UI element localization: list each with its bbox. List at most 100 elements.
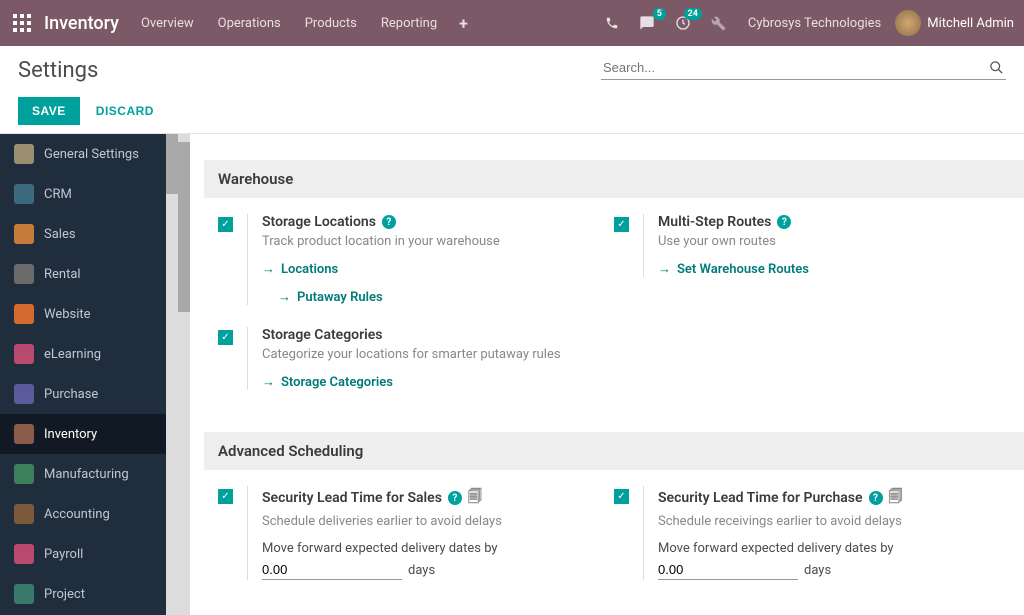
settings-content: Warehouse ✓ Storage Locations ? Track pr…: [204, 160, 1024, 606]
sidebar-item-icon: [14, 384, 34, 404]
link-set-warehouse-routes[interactable]: →Set Warehouse Routes: [658, 261, 1010, 277]
nav-operations[interactable]: Operations: [208, 10, 291, 37]
save-button[interactable]: SAVE: [18, 97, 80, 125]
sidebar-item-label: Manufacturing: [44, 467, 129, 482]
option-title: Security Lead Time for Purchase: [658, 490, 863, 506]
sidebar-item-project[interactable]: Project: [0, 574, 178, 614]
option-title: Security Lead Time for Sales: [262, 490, 442, 506]
option-title: Storage Locations: [262, 214, 376, 230]
sidebar-item-label: Accounting: [44, 507, 110, 522]
sidebar-item-label: Sales: [44, 227, 76, 242]
tools-icon[interactable]: [703, 12, 734, 35]
unit-label: days: [804, 563, 831, 578]
section-warehouse-header: Warehouse: [204, 160, 1024, 198]
sidebar-item-manufacturing[interactable]: Manufacturing: [0, 454, 178, 494]
sidebar-item-icon: [14, 584, 34, 604]
sidebar-item-label: Website: [44, 307, 91, 322]
option-desc: Schedule deliveries earlier to avoid del…: [262, 514, 614, 529]
option-storage-categories: ✓ Storage Categories Categorize your loc…: [218, 327, 1010, 390]
info-icon[interactable]: ?: [869, 491, 883, 505]
apps-menu-icon[interactable]: [10, 11, 34, 35]
option-title: Multi-Step Routes: [658, 214, 771, 230]
option-desc: Categorize your locations for smarter pu…: [262, 347, 1010, 362]
option-title: Storage Categories: [262, 327, 383, 343]
unit-label: days: [408, 563, 435, 578]
sidebar-item-icon: [14, 464, 34, 484]
info-icon[interactable]: ?: [382, 215, 396, 229]
option-multi-step-routes: ✓ Multi-Step Routes ? Use your own route…: [614, 214, 1010, 305]
option-security-lead-purchase: ✓ Security Lead Time for Purchase ? 🗐 Sc…: [614, 486, 1010, 580]
option-security-lead-sales: ✓ Security Lead Time for Sales ? 🗐 Sched…: [218, 486, 614, 580]
search-input[interactable]: [603, 60, 989, 75]
add-icon[interactable]: +: [451, 10, 476, 37]
sidebar-item-accounting[interactable]: Accounting: [0, 494, 178, 534]
doc-icon[interactable]: 🗐: [468, 486, 482, 510]
app-title[interactable]: Inventory: [44, 13, 119, 34]
sidebar-item-label: Rental: [44, 267, 81, 282]
sidebar-item-purchase[interactable]: Purchase: [0, 374, 178, 414]
section-advanced-header: Advanced Scheduling: [204, 432, 1024, 470]
sidebar-item-label: Purchase: [44, 387, 98, 402]
checkbox-storage-locations[interactable]: ✓: [218, 217, 233, 232]
field-label: Move forward expected delivery dates by: [262, 541, 614, 556]
company-name[interactable]: Cybrosys Technologies: [738, 16, 891, 31]
topbar: Inventory Overview Operations Products R…: [0, 0, 1024, 46]
input-security-lead-sales[interactable]: [262, 560, 402, 580]
sidebar-item-elearning[interactable]: eLearning: [0, 334, 178, 374]
nav-reporting[interactable]: Reporting: [371, 10, 447, 37]
input-security-lead-purchase[interactable]: [658, 560, 798, 580]
sidebar-item-rental[interactable]: Rental: [0, 254, 178, 294]
checkbox-multi-step-routes[interactable]: ✓: [614, 217, 629, 232]
sidebar-item-icon: [14, 144, 34, 164]
control-panel: Settings SAVE DISCARD: [0, 46, 1024, 134]
search-icon[interactable]: [989, 60, 1004, 75]
content-scrollbar[interactable]: [178, 134, 190, 615]
nav-overview[interactable]: Overview: [131, 10, 204, 37]
sidebar-item-icon: [14, 264, 34, 284]
settings-sidebar: General Settings CRM Sales Rental Website eLe…: [0, 134, 178, 615]
option-desc: Schedule receivings earlier to avoid del…: [658, 514, 1010, 529]
option-desc: Use your own routes: [658, 234, 1010, 249]
sidebar-item-inventory[interactable]: Inventory: [0, 414, 178, 454]
option-storage-locations: ✓ Storage Locations ? Track product loca…: [218, 214, 614, 305]
sidebar-item-label: Project: [44, 587, 85, 602]
sidebar-item-label: CRM: [44, 187, 72, 202]
sidebar-item-general-settings[interactable]: General Settings: [0, 134, 178, 174]
sidebar-item-label: General Settings: [44, 147, 139, 162]
search-box[interactable]: [601, 56, 1006, 80]
sidebar-item-payroll[interactable]: Payroll: [0, 534, 178, 574]
activities-icon[interactable]: 24: [667, 11, 699, 35]
checkbox-storage-categories[interactable]: ✓: [218, 330, 233, 345]
avatar: [895, 10, 921, 36]
messages-badge: 5: [653, 8, 666, 20]
doc-icon[interactable]: 🗐: [889, 486, 903, 510]
sidebar-item-icon: [14, 184, 34, 204]
sidebar-item-icon: [14, 544, 34, 564]
sidebar-item-icon: [14, 344, 34, 364]
discard-button[interactable]: DISCARD: [90, 97, 160, 125]
info-icon[interactable]: ?: [448, 491, 462, 505]
sidebar-scrollbar[interactable]: [166, 134, 178, 615]
info-icon[interactable]: ?: [777, 215, 791, 229]
sidebar-item-sales[interactable]: Sales: [0, 214, 178, 254]
sidebar-item-icon: [14, 304, 34, 324]
sidebar-item-icon: [14, 224, 34, 244]
link-storage-categories[interactable]: →Storage Categories: [262, 374, 1010, 390]
link-putaway-rules[interactable]: →Putaway Rules: [278, 289, 614, 305]
sidebar-item-crm[interactable]: CRM: [0, 174, 178, 214]
link-locations[interactable]: →Locations: [262, 261, 614, 277]
nav-products[interactable]: Products: [295, 10, 367, 37]
user-name: Mitchell Admin: [927, 16, 1014, 31]
option-desc: Track product location in your warehouse: [262, 234, 614, 249]
sidebar-item-label: Payroll: [44, 547, 83, 562]
field-label: Move forward expected delivery dates by: [658, 541, 1010, 556]
sidebar-item-icon: [14, 504, 34, 524]
checkbox-security-lead-sales[interactable]: ✓: [218, 489, 233, 504]
sidebar-item-label: eLearning: [44, 347, 101, 362]
checkbox-security-lead-purchase[interactable]: ✓: [614, 489, 629, 504]
user-menu[interactable]: Mitchell Admin: [895, 10, 1014, 36]
activities-badge: 24: [684, 8, 702, 20]
messages-icon[interactable]: 5: [631, 11, 663, 35]
sidebar-item-website[interactable]: Website: [0, 294, 178, 334]
phone-icon[interactable]: [597, 12, 627, 34]
